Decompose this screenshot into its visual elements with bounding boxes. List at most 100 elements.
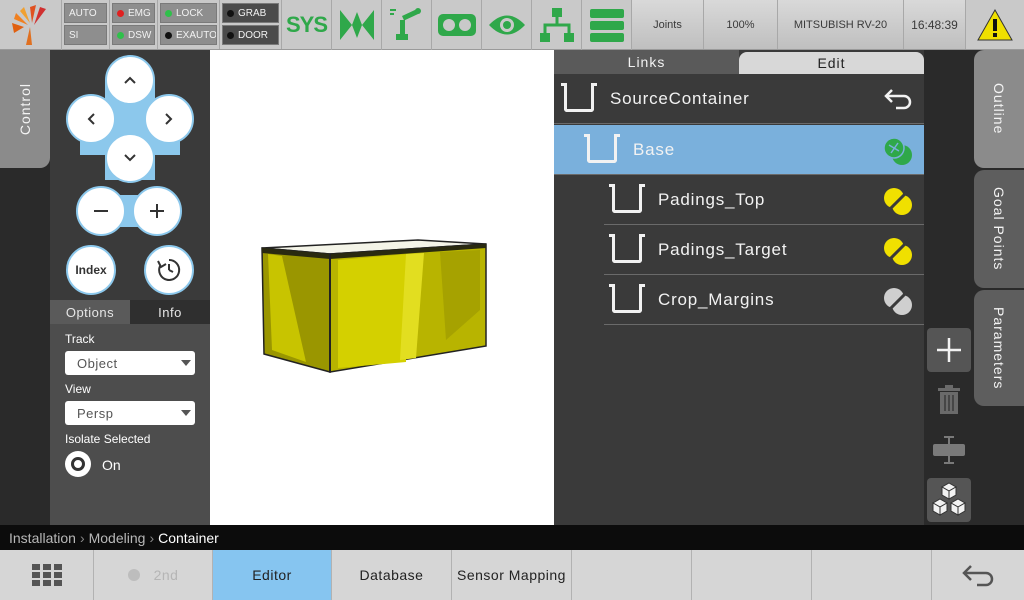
reset-view-button[interactable] <box>144 245 194 295</box>
chevron-left-icon <box>87 113 95 125</box>
plus-icon <box>937 338 961 362</box>
vision-button[interactable] <box>482 0 532 50</box>
control-tab-label: Control <box>17 82 33 136</box>
back-button[interactable] <box>932 550 1024 600</box>
isolate-radio[interactable] <box>65 451 91 477</box>
top-bar: AUTO SI EMG DSW LOCK EXAUTO GRAB DOOR SY… <box>0 0 1024 50</box>
options-panel: Track Object View Persp Isolate Selected… <box>50 324 210 525</box>
breadcrumb-installation[interactable]: Installation <box>9 530 76 546</box>
status-si: SI <box>64 25 107 45</box>
status-lock: LOCK <box>160 3 217 23</box>
add-button[interactable] <box>927 328 971 372</box>
tab-goal-points[interactable]: Goal Points <box>974 170 1024 288</box>
status-emg-label: EMG <box>128 7 151 19</box>
tab-outline-label: Outline <box>991 83 1007 135</box>
empty-slot-3 <box>812 550 932 600</box>
warning-button[interactable] <box>966 0 1024 49</box>
back-arrow-icon[interactable] <box>882 84 914 116</box>
breadcrumb-modeling[interactable]: Modeling <box>89 530 146 546</box>
speed-button[interactable]: 100% <box>704 0 778 49</box>
tree-item-sourcecontainer[interactable]: SourceContainer <box>554 74 924 124</box>
index-label: Index <box>75 263 107 277</box>
rotate-reset-icon <box>157 258 181 281</box>
sensor-mapping-button[interactable]: Sensor Mapping <box>452 550 572 600</box>
hierarchy-button[interactable] <box>532 0 582 50</box>
sys-label: SYS <box>285 12 328 37</box>
status-door-label: DOOR <box>238 29 268 41</box>
tab-options[interactable]: Options <box>50 300 130 324</box>
app-root: AUTO SI EMG DSW LOCK EXAUTO GRAB DOOR SY… <box>0 0 1024 600</box>
pan-right-button[interactable] <box>144 94 194 144</box>
tab-links[interactable]: Links <box>554 50 739 74</box>
links-edit-tabs: Links Edit <box>554 50 924 74</box>
control-tab[interactable]: Control <box>0 50 50 168</box>
black-dot-icon <box>227 31 234 39</box>
grid-icon <box>31 564 62 586</box>
status-grab-door: GRAB DOOR <box>220 0 282 49</box>
eye-icon <box>488 15 525 35</box>
tree-item-padings-top[interactable]: Padings_Top <box>604 175 924 225</box>
collision-icon[interactable] <box>882 135 914 167</box>
model-button[interactable] <box>332 0 382 50</box>
database-button[interactable]: Database <box>332 550 452 600</box>
plus-icon <box>150 204 164 218</box>
tab-edit[interactable]: Edit <box>739 52 924 74</box>
zoom-out-button[interactable] <box>76 186 126 236</box>
caret-down-icon <box>181 410 191 416</box>
track-dropdown[interactable]: Object <box>65 351 195 375</box>
tree-item-label: Crop_Margins <box>658 289 775 309</box>
robot-arm-icon <box>389 8 421 40</box>
editor-button[interactable]: Editor <box>213 550 332 600</box>
view-dropdown[interactable]: Persp <box>65 401 195 425</box>
second-button[interactable]: 2nd <box>94 550 213 600</box>
container-icon <box>584 133 620 163</box>
joints-button[interactable]: Joints <box>632 0 704 49</box>
tab-info[interactable]: Info <box>130 300 210 324</box>
visibility-off-icon[interactable] <box>882 285 914 317</box>
list-button[interactable] <box>582 0 632 50</box>
pan-left-button[interactable] <box>66 94 116 144</box>
tree-item-label: SourceContainer <box>610 88 750 108</box>
status-grab-label: GRAB <box>238 7 267 19</box>
sys-button[interactable]: SYS <box>282 0 332 50</box>
chevron-right-icon <box>165 113 173 125</box>
visibility-yellow-icon[interactable] <box>882 235 914 267</box>
status-dsw-label: DSW <box>128 29 152 41</box>
3d-viewport[interactable] <box>210 50 554 525</box>
status-emg-dsw: EMG DSW <box>110 0 158 49</box>
apps-grid-button[interactable] <box>0 550 94 600</box>
breadcrumb-current: Container <box>158 529 219 546</box>
pan-down-button[interactable] <box>105 133 155 183</box>
tree-item-label: Base <box>633 139 675 159</box>
status-auto: AUTO <box>64 3 107 23</box>
index-button[interactable]: Index <box>66 245 116 295</box>
cubes-button[interactable] <box>927 478 971 522</box>
zoom-in-button[interactable] <box>132 186 182 236</box>
container-icon <box>561 82 597 112</box>
tree-item-padings-target[interactable]: Padings_Target <box>604 225 924 275</box>
pan-up-button[interactable] <box>105 55 155 105</box>
black-dot-icon <box>227 9 234 17</box>
logo <box>0 0 62 50</box>
robot-selector[interactable]: MITSUBISH RV-20 <box>778 0 904 49</box>
visibility-yellow-icon[interactable] <box>882 185 914 217</box>
tree-item-crop-margins[interactable]: Crop_Margins <box>604 275 924 325</box>
radio-selected-icon <box>71 457 85 471</box>
tree-item-base[interactable]: Base <box>554 125 924 175</box>
breadcrumb-separator-icon: › <box>79 529 85 546</box>
view-label: View <box>65 382 91 396</box>
left-filler <box>0 168 50 525</box>
tab-goal-points-label: Goal Points <box>991 187 1007 271</box>
robot-arm-button[interactable] <box>382 0 432 50</box>
align-button[interactable] <box>927 428 971 472</box>
container-icon <box>609 233 645 263</box>
empty-slot-1 <box>572 550 692 600</box>
tab-parameters[interactable]: Parameters <box>974 290 1024 406</box>
warning-icon <box>977 8 1013 40</box>
red-dot-icon <box>117 9 124 17</box>
delete-button[interactable] <box>927 378 971 422</box>
camera-button[interactable] <box>432 0 482 50</box>
track-label: Track <box>65 332 95 346</box>
tab-outline[interactable]: Outline <box>974 50 1024 168</box>
links-panel: Links Edit SourceContainer Base Padings_… <box>554 50 924 525</box>
